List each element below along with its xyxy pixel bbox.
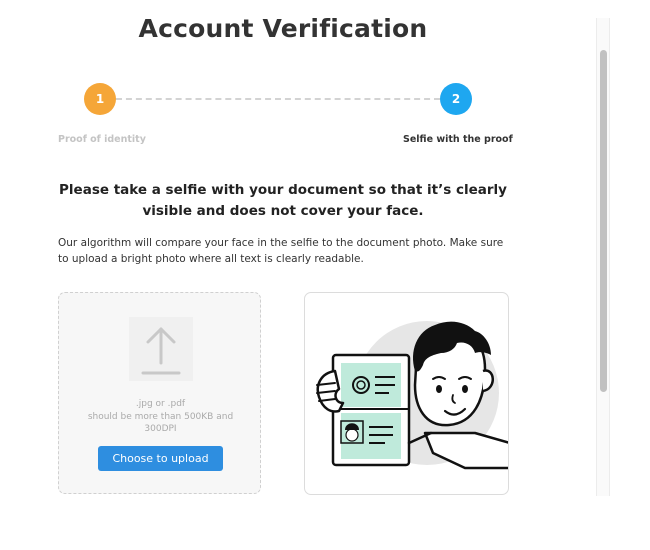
file-hint-line: 300DPI xyxy=(144,424,177,434)
selfie-with-document-illustration xyxy=(304,292,509,495)
step-connector-line xyxy=(116,98,440,100)
vertical-scrollbar[interactable] xyxy=(596,18,610,496)
selfie-instruction-heading: Please take a selfie with your document … xyxy=(59,182,507,219)
selfie-description: Our algorithm will compare your face in … xyxy=(58,237,504,265)
file-hint-line: should be more than 500KB and xyxy=(87,411,234,422)
step-2-label: Selfie with the proof xyxy=(403,134,513,145)
file-requirements-hint: .jpg or .pdf should be more than 500KB a… xyxy=(69,398,252,436)
choose-to-upload-button[interactable]: Choose to upload xyxy=(98,446,223,471)
file-hint-line: .jpg or .pdf xyxy=(135,399,186,409)
upload-dropzone[interactable]: .jpg or .pdf should be more than 500KB a… xyxy=(58,292,261,494)
upload-arrow-icon xyxy=(129,317,193,381)
step-1-label: Proof of identity xyxy=(58,134,146,145)
scrollbar-thumb[interactable] xyxy=(600,50,607,392)
page-title: Account Verification xyxy=(138,14,428,43)
step-2-indicator: 2 xyxy=(440,83,472,115)
step-1-indicator: 1 xyxy=(84,83,116,115)
